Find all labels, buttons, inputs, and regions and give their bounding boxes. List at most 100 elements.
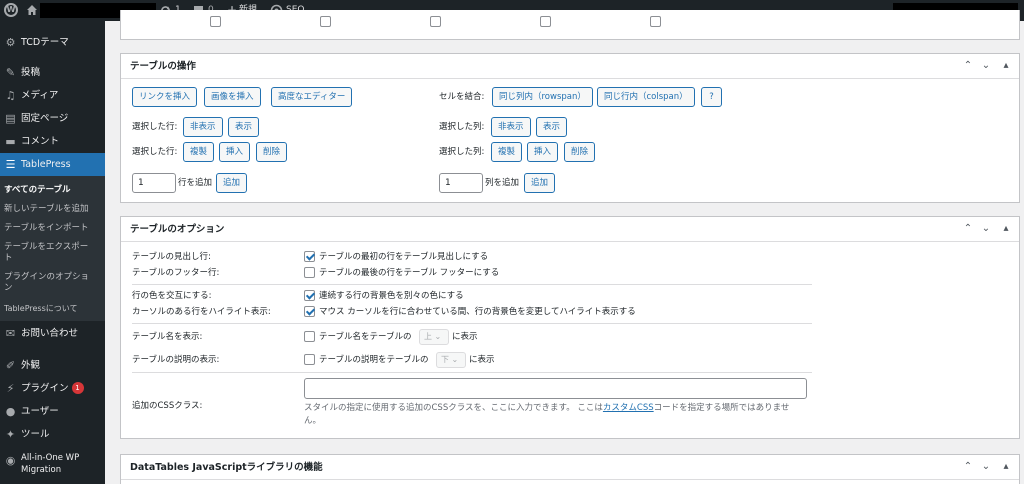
submenu-all-tables[interactable]: すべてのテーブル bbox=[4, 185, 71, 196]
table-operations-panel: テーブルの操作 ⌃ ⌄ ▴ リンクを挿入 画像を挿入 高度なエディター セルを結… bbox=[120, 53, 1020, 203]
wordpress-logo-icon[interactable]: W bbox=[4, 3, 18, 17]
alternating-colors-checkbox[interactable] bbox=[304, 290, 315, 301]
panel-title: DataTables JavaScriptライブラリの機能 bbox=[130, 462, 323, 473]
show-description-label: テーブルの説明の表示: bbox=[132, 355, 220, 365]
table-content-panel-partial bbox=[120, 10, 1020, 40]
insert-link-button[interactable]: リンクを挿入 bbox=[132, 87, 198, 107]
caret-up-icon[interactable]: ▴ bbox=[1000, 223, 1012, 235]
menu-posts[interactable]: ✎ 投稿 bbox=[0, 61, 105, 84]
show-cols-button[interactable]: 表示 bbox=[536, 117, 568, 137]
row-checkbox[interactable] bbox=[430, 16, 441, 27]
show-table-name-suffix: に表示 bbox=[452, 332, 478, 342]
row-hover-checkbox[interactable] bbox=[304, 306, 315, 317]
submenu-export-table[interactable]: テーブルをエクスポート bbox=[4, 242, 88, 264]
extra-css-classes-input[interactable] bbox=[304, 378, 807, 399]
cols-count-input[interactable]: 1 bbox=[439, 173, 483, 193]
hide-rows-button[interactable]: 非表示 bbox=[183, 117, 223, 137]
footer-row-checkbox[interactable] bbox=[304, 267, 315, 278]
extra-css-classes-help: スタイルの指定に使用する追加のCSSクラスを、ここに入力できます。 ここはカスタ… bbox=[304, 403, 790, 426]
add-rows-label: 行を追加 bbox=[178, 178, 213, 188]
show-rows-button[interactable]: 表示 bbox=[228, 117, 260, 137]
add-cols-button[interactable]: 追加 bbox=[524, 173, 556, 193]
menu-users[interactable]: ● ユーザー bbox=[0, 400, 105, 423]
menu-contact[interactable]: ✉ お問い合わせ bbox=[0, 322, 105, 345]
table-options-panel: テーブルのオプション ⌃ ⌄ ▴ テーブルの見出し行: テーブルの最初の行をテー… bbox=[120, 216, 1020, 439]
migration-icon: ◉ bbox=[5, 454, 16, 467]
chevron-down-icon[interactable]: ⌄ bbox=[980, 461, 992, 473]
row-checkbox[interactable] bbox=[320, 16, 331, 27]
show-table-name-prefix: テーブル名をテーブルの bbox=[319, 332, 412, 342]
row-checkbox[interactable] bbox=[210, 16, 221, 27]
footer-row-label: テーブルのフッター行: bbox=[132, 268, 220, 278]
row-checkbox[interactable] bbox=[650, 16, 661, 27]
chevron-down-icon[interactable]: ⌄ bbox=[980, 223, 992, 235]
show-table-name-label: テーブル名を表示: bbox=[132, 332, 203, 342]
selected-cols-label: 選択した列: bbox=[439, 122, 485, 132]
selected-rows-label: 選択した行: bbox=[132, 147, 178, 157]
custom-css-link[interactable]: カスタムCSS bbox=[603, 403, 654, 413]
alternating-colors-description: 連続する行の背景色を別々の色にする bbox=[319, 291, 464, 301]
submenu-about-tablepress[interactable]: TablePressについて bbox=[4, 303, 78, 314]
extra-css-classes-label: 追加のCSSクラス: bbox=[132, 401, 203, 411]
submenu-import-table[interactable]: テーブルをインポート bbox=[4, 223, 89, 234]
row-hover-description: マウス カーソルを行に合わせている間、行の背景色を変更してハイライト表示する bbox=[319, 307, 636, 317]
submenu-add-new-table[interactable]: 新しいテーブルを追加 bbox=[4, 204, 89, 215]
wrench-icon: ✦ bbox=[5, 428, 16, 441]
menu-tablepress[interactable]: ☰ TablePress bbox=[0, 153, 105, 176]
insert-cols-button[interactable]: 挿入 bbox=[527, 142, 559, 162]
caret-up-icon[interactable]: ▴ bbox=[1000, 461, 1012, 473]
chevron-up-icon[interactable]: ⌃ bbox=[962, 223, 974, 235]
menu-plugins[interactable]: ⚡ プラグイン 1 bbox=[0, 377, 105, 400]
show-description-checkbox[interactable] bbox=[304, 354, 315, 365]
merge-rowspan-button[interactable]: 同じ列内（rowspan） bbox=[492, 87, 593, 107]
chevron-up-icon[interactable]: ⌃ bbox=[962, 60, 974, 72]
advanced-editor-button[interactable]: 高度なエディター bbox=[271, 87, 353, 107]
merge-colspan-button[interactable]: 同じ行内（colspan） bbox=[597, 87, 695, 107]
add-cols-label: 列を追加 bbox=[485, 178, 520, 188]
header-row-label: テーブルの見出し行: bbox=[132, 252, 211, 262]
description-position-select[interactable]: 下 ⌄ bbox=[436, 352, 466, 368]
row-hover-label: カーソルのある行をハイライト表示: bbox=[132, 307, 271, 317]
menu-tools[interactable]: ✦ ツール bbox=[0, 423, 105, 446]
row-checkbox[interactable] bbox=[540, 16, 551, 27]
menu-tcd-theme[interactable]: ⚙ TCDテーマ bbox=[0, 31, 105, 54]
footer-row-description: テーブルの最後の行をテーブル フッターにする bbox=[319, 268, 500, 278]
add-rows-button[interactable]: 追加 bbox=[216, 173, 248, 193]
menu-comments[interactable]: ▬ コメント bbox=[0, 130, 105, 153]
chevron-up-icon[interactable]: ⌃ bbox=[962, 461, 974, 473]
help-button[interactable]: ? bbox=[701, 87, 722, 107]
selected-rows-label: 選択した行: bbox=[132, 122, 178, 132]
insert-image-button[interactable]: 画像を挿入 bbox=[204, 87, 261, 107]
show-table-name-checkbox[interactable] bbox=[304, 331, 315, 342]
menu-appearance[interactable]: ✐ 外観 bbox=[0, 354, 105, 377]
hide-cols-button[interactable]: 非表示 bbox=[491, 117, 531, 137]
delete-rows-button[interactable]: 削除 bbox=[256, 142, 288, 162]
header-row-description: テーブルの最初の行をテーブル見出しにする bbox=[319, 252, 489, 262]
menu-all-in-one-wp-migration[interactable]: ◉ All-in-One WP Migration bbox=[0, 449, 105, 479]
admin-sidebar: ⚙ TCDテーマ ✎ 投稿 ♫ メディア ▤ 固定ページ ▬ コメント ☰ TablePre… bbox=[0, 21, 105, 484]
menu-pages[interactable]: ▤ 固定ページ bbox=[0, 107, 105, 130]
insert-rows-button[interactable]: 挿入 bbox=[219, 142, 251, 162]
datatables-features-panel: DataTables JavaScriptライブラリの機能 ⌃ ⌄ ▴ bbox=[120, 454, 1020, 484]
menu-media[interactable]: ♫ メディア bbox=[0, 84, 105, 107]
divider bbox=[132, 284, 812, 285]
header-row-checkbox[interactable] bbox=[304, 251, 315, 262]
divider bbox=[132, 323, 812, 324]
rows-count-input[interactable]: 1 bbox=[132, 173, 176, 193]
submenu-plugin-options[interactable]: プラグインのオプション bbox=[4, 272, 89, 294]
home-icon[interactable] bbox=[26, 3, 38, 17]
panel-header: DataTables JavaScriptライブラリの機能 ⌃ ⌄ ▴ bbox=[121, 455, 1019, 480]
plugin-update-badge: 1 bbox=[71, 382, 84, 394]
table-name-position-select[interactable]: 上 ⌄ bbox=[419, 329, 449, 345]
duplicate-cols-button[interactable]: 複製 bbox=[491, 142, 523, 162]
page-icon: ▤ bbox=[5, 112, 16, 125]
caret-up-icon[interactable]: ▴ bbox=[1000, 60, 1012, 72]
duplicate-rows-button[interactable]: 複製 bbox=[183, 142, 215, 162]
user-icon: ● bbox=[5, 405, 16, 418]
panel-title: テーブルのオプション bbox=[130, 224, 225, 235]
chevron-down-icon[interactable]: ⌄ bbox=[980, 60, 992, 72]
divider bbox=[132, 372, 812, 373]
media-icon: ♫ bbox=[5, 89, 16, 102]
plugin-icon: ⚡ bbox=[6, 382, 15, 395]
delete-cols-button[interactable]: 削除 bbox=[564, 142, 596, 162]
